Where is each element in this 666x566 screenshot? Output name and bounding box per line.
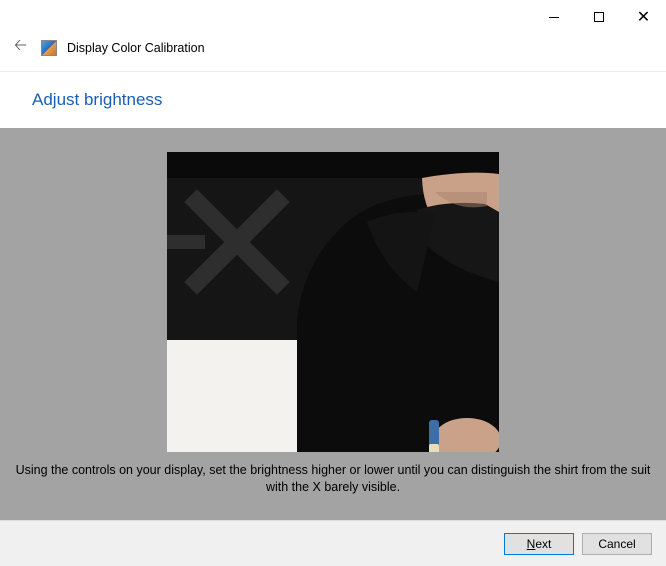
next-button[interactable]: Next — [504, 533, 574, 555]
brightness-sample-image — [167, 152, 499, 452]
close-button[interactable]: ✕ — [621, 4, 666, 30]
heading-area: Adjust brightness — [0, 72, 666, 128]
footer-bar: Next Cancel — [0, 520, 666, 566]
header-bar: 🡠 Display Color Calibration — [0, 30, 666, 72]
cancel-button[interactable]: Cancel — [582, 533, 652, 555]
window-titlebar: ✕ — [0, 0, 666, 30]
instruction-text: Using the controls on your display, set … — [0, 452, 666, 508]
window-title: Display Color Calibration — [67, 41, 205, 55]
back-arrow-icon[interactable]: 🡠 — [10, 34, 31, 61]
page-title: Adjust brightness — [32, 90, 666, 110]
app-icon — [41, 40, 57, 56]
minimize-button[interactable] — [531, 4, 576, 30]
content-area: Using the controls on your display, set … — [0, 128, 666, 520]
maximize-button[interactable] — [576, 4, 621, 30]
